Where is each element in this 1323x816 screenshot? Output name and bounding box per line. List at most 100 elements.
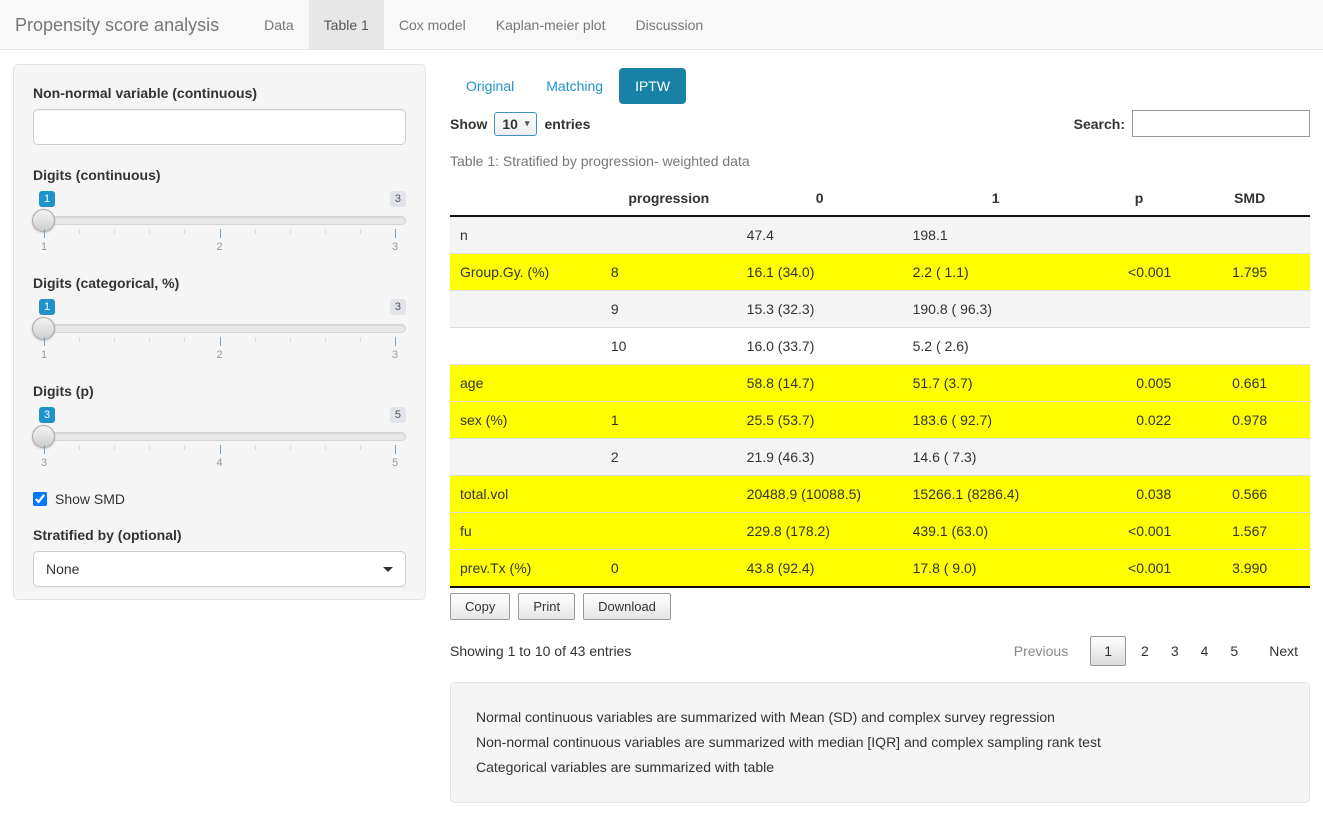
tab-matching[interactable]: Matching	[530, 68, 619, 104]
slider-minor-tick	[184, 229, 185, 234]
nav-tab-data[interactable]: Data	[249, 0, 309, 49]
tick-label: 3	[392, 241, 398, 253]
slider-minor-tick	[325, 445, 326, 450]
table-cell: fu	[450, 513, 601, 550]
table-cell	[1189, 439, 1310, 476]
table-cell: 0.005	[1089, 365, 1190, 402]
stratified-by-select[interactable]: None	[33, 551, 406, 587]
digits-p-group: Digits (p) 3 5 3 4 5	[33, 383, 406, 469]
table-row: sex (%)125.5 (53.7)183.6 ( 92.7)0.0220.9…	[450, 402, 1310, 439]
col-header-p[interactable]: p	[1089, 181, 1190, 216]
nonnormal-variable-input[interactable]	[33, 109, 406, 145]
chevron-down-icon	[383, 567, 393, 572]
slider-minor-tick	[290, 445, 291, 450]
table-cell: 439.1 (63.0)	[903, 513, 1089, 550]
col-header-smd[interactable]: SMD	[1189, 181, 1310, 216]
col-header-variable[interactable]	[450, 181, 601, 216]
slider-max-badge: 3	[390, 299, 406, 315]
tab-original[interactable]: Original	[450, 68, 530, 104]
table-cell	[601, 365, 737, 402]
table-cell: 15.3 (32.3)	[737, 291, 903, 328]
table-cell	[450, 291, 601, 328]
length-menu: Show 10 ▾ entries	[450, 112, 590, 136]
tick-label: 2	[216, 349, 222, 361]
slider-minor-tick	[184, 337, 185, 342]
table-cell	[601, 216, 737, 254]
analysis-tabs: Original Matching IPTW	[450, 68, 1310, 104]
table1-datatable: progression 0 1 p SMD n47.4198.1Group.Gy…	[450, 181, 1310, 588]
table-cell: 47.4	[737, 216, 903, 254]
table-footer-bar: Showing 1 to 10 of 43 entries Previous 1…	[450, 636, 1310, 666]
search-input[interactable]	[1132, 110, 1310, 137]
table-cell: <0.001	[1089, 513, 1190, 550]
table-cell: 198.1	[903, 216, 1089, 254]
slider-track	[33, 216, 406, 225]
table-cell: 25.5 (53.7)	[737, 402, 903, 439]
length-suffix: entries	[544, 116, 590, 132]
table-cell: 229.8 (178.2)	[737, 513, 903, 550]
table-controls: Show 10 ▾ entries Search:	[450, 110, 1310, 137]
tab-iptw[interactable]: IPTW	[619, 68, 686, 104]
table-cell: 3.990	[1189, 550, 1310, 588]
table-cell: 9	[601, 291, 737, 328]
tick-label: 2	[216, 241, 222, 253]
digits-continuous-label: Digits (continuous)	[33, 167, 406, 183]
col-header-progression[interactable]: progression	[601, 181, 737, 216]
table-caption: Table 1: Stratified by progression- weig…	[450, 153, 1310, 169]
table-cell	[1089, 328, 1190, 365]
table-cell: 0.661	[1189, 365, 1310, 402]
pagination-pages: 12345	[1090, 636, 1249, 666]
slider-minor-tick	[114, 337, 115, 342]
slider-minor-tick	[79, 445, 80, 450]
slider-major-tick	[220, 337, 221, 346]
table-row: 915.3 (32.3)190.8 ( 96.3)	[450, 291, 1310, 328]
slider-major-tick	[395, 337, 396, 346]
slider-minor-tick	[255, 445, 256, 450]
table-cell: 190.8 ( 96.3)	[903, 291, 1089, 328]
digits-categorical-label: Digits (categorical, %)	[33, 275, 406, 291]
col-header-1[interactable]: 1	[903, 181, 1089, 216]
pagination-page-1[interactable]: 1	[1090, 636, 1126, 666]
table-cell: <0.001	[1089, 550, 1190, 588]
nav-tab-discussion[interactable]: Discussion	[620, 0, 718, 49]
tick-label: 4	[216, 457, 222, 469]
slider-max-badge: 3	[390, 191, 406, 207]
nav-tab-cox-model[interactable]: Cox model	[384, 0, 481, 49]
slider-major-tick	[220, 229, 221, 238]
pagination-next[interactable]: Next	[1257, 637, 1310, 665]
slider-major-tick	[44, 229, 45, 238]
col-header-0[interactable]: 0	[737, 181, 903, 216]
print-button[interactable]: Print	[518, 593, 575, 620]
slider-max-badge: 5	[390, 407, 406, 423]
summary-note: Normal continuous variables are summariz…	[476, 705, 1284, 730]
table-cell	[1089, 291, 1190, 328]
table-cell	[450, 439, 601, 476]
nav-tab-table1[interactable]: Table 1	[309, 0, 384, 49]
pagination-page-5[interactable]: 5	[1219, 637, 1249, 665]
slider-tick-labels: 1 2 3	[44, 349, 395, 361]
pagination-page-4[interactable]: 4	[1190, 637, 1220, 665]
slider-major-tick	[395, 229, 396, 238]
copy-button[interactable]: Copy	[450, 593, 510, 620]
table-cell: 5.2 ( 2.6)	[903, 328, 1089, 365]
pagination-page-3[interactable]: 3	[1160, 637, 1190, 665]
download-button[interactable]: Download	[583, 593, 671, 620]
length-prefix: Show	[450, 116, 487, 132]
table-cell: 1	[601, 402, 737, 439]
slider-major-tick	[44, 445, 45, 454]
digits-p-slider: 3 5 3 4 5	[33, 407, 406, 469]
table-row: n47.4198.1	[450, 216, 1310, 254]
table-body: n47.4198.1Group.Gy. (%)816.1 (34.0)2.2 (…	[450, 216, 1310, 587]
nav-tab-kaplan-meier[interactable]: Kaplan-meier plot	[481, 0, 621, 49]
show-smd-checkbox[interactable]	[33, 492, 47, 506]
pagination-previous[interactable]: Previous	[1002, 637, 1080, 665]
table-cell: 43.8 (92.4)	[737, 550, 903, 588]
pagination-page-2[interactable]: 2	[1130, 637, 1160, 665]
slider-grid	[44, 445, 395, 455]
page-length-select[interactable]: 10 ▾	[494, 112, 537, 136]
slider-minor-tick	[79, 229, 80, 234]
table-buttons: Copy Print Download	[450, 593, 1310, 620]
slider-tick-labels: 1 2 3	[44, 241, 395, 253]
slider-major-tick	[44, 337, 45, 346]
slider-minor-tick	[360, 337, 361, 342]
